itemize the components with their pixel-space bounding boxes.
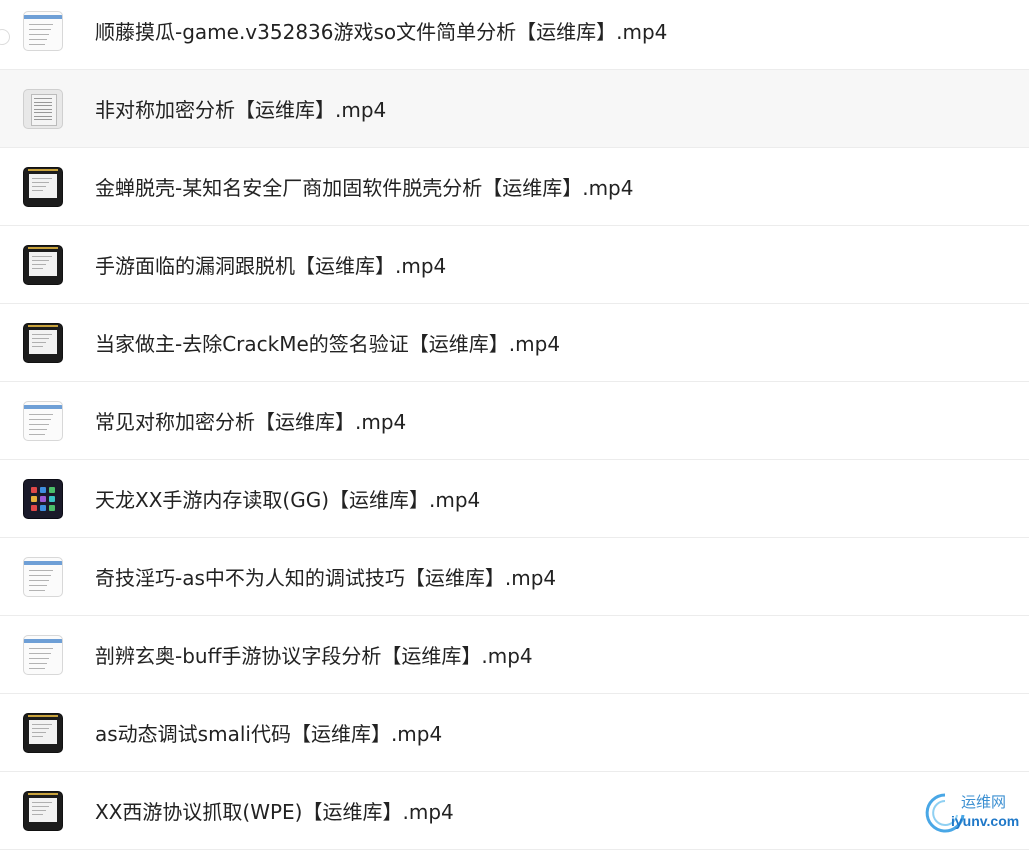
file-row[interactable]: 手游面临的漏洞跟脱机【运维库】.mp4 [0, 226, 1029, 304]
file-name[interactable]: 金蝉脱壳-某知名安全厂商加固软件脱壳分析【运维库】.mp4 [95, 172, 633, 201]
screenshot-thumbnail-icon [23, 635, 63, 675]
file-name[interactable]: 当家做主-去除CrackMe的签名验证【运维库】.mp4 [95, 328, 560, 357]
file-row[interactable]: 当家做主-去除CrackMe的签名验证【运维库】.mp4 [0, 304, 1029, 382]
file-row[interactable]: as动态调试smali代码【运维库】.mp4 [0, 694, 1029, 772]
file-name[interactable]: as动态调试smali代码【运维库】.mp4 [95, 718, 442, 747]
file-name[interactable]: XX西游协议抓取(WPE)【运维库】.mp4 [95, 796, 454, 825]
screenshot-thumbnail-icon [23, 401, 63, 441]
screenshot-thumbnail-icon [23, 11, 63, 51]
video-thumbnail-icon [23, 167, 63, 207]
file-name[interactable]: 常见对称加密分析【运维库】.mp4 [95, 406, 406, 435]
file-row[interactable]: 天龙XX手游内存读取(GG)【运维库】.mp4 [0, 460, 1029, 538]
file-row[interactable]: XX西游协议抓取(WPE)【运维库】.mp4 [0, 772, 1029, 850]
file-name[interactable]: 奇技淫巧-as中不为人知的调试技巧【运维库】.mp4 [95, 562, 556, 591]
watermark-url-text: iyunv.com [951, 813, 1019, 829]
video-thumbnail-icon [23, 323, 63, 363]
file-name[interactable]: 天龙XX手游内存读取(GG)【运维库】.mp4 [95, 484, 480, 513]
file-row[interactable]: 顺藤摸瓜-game.v352836游戏so文件简单分析【运维库】.mp4 [0, 0, 1029, 70]
document-thumbnail-icon [23, 89, 63, 129]
file-row[interactable]: 奇技淫巧-as中不为人知的调试技巧【运维库】.mp4 [0, 538, 1029, 616]
file-row[interactable]: 非对称加密分析【运维库】.mp4 [0, 70, 1029, 148]
file-row[interactable]: 常见对称加密分析【运维库】.mp4 [0, 382, 1029, 460]
file-name[interactable]: 剖辨玄奥-buff手游协议字段分析【运维库】.mp4 [95, 640, 533, 669]
video-thumbnail-icon [23, 245, 63, 285]
file-row[interactable]: 金蝉脱壳-某知名安全厂商加固软件脱壳分析【运维库】.mp4 [0, 148, 1029, 226]
watermark-logo: 运维网 iyunv.com [923, 789, 1025, 841]
screenshot-thumbnail-icon [23, 557, 63, 597]
file-name[interactable]: 顺藤摸瓜-game.v352836游戏so文件简单分析【运维库】.mp4 [95, 16, 667, 45]
watermark-cn-text: 运维网 [961, 791, 1006, 812]
video-thumbnail-icon [23, 791, 63, 831]
file-list: 顺藤摸瓜-game.v352836游戏so文件简单分析【运维库】.mp4 非对称加… [0, 0, 1029, 850]
video-thumbnail-icon [23, 713, 63, 753]
tablet-thumbnail-icon [23, 479, 63, 519]
file-name[interactable]: 非对称加密分析【运维库】.mp4 [95, 94, 386, 123]
select-checkbox[interactable] [0, 29, 10, 45]
file-name[interactable]: 手游面临的漏洞跟脱机【运维库】.mp4 [95, 250, 446, 279]
file-row[interactable]: 剖辨玄奥-buff手游协议字段分析【运维库】.mp4 [0, 616, 1029, 694]
